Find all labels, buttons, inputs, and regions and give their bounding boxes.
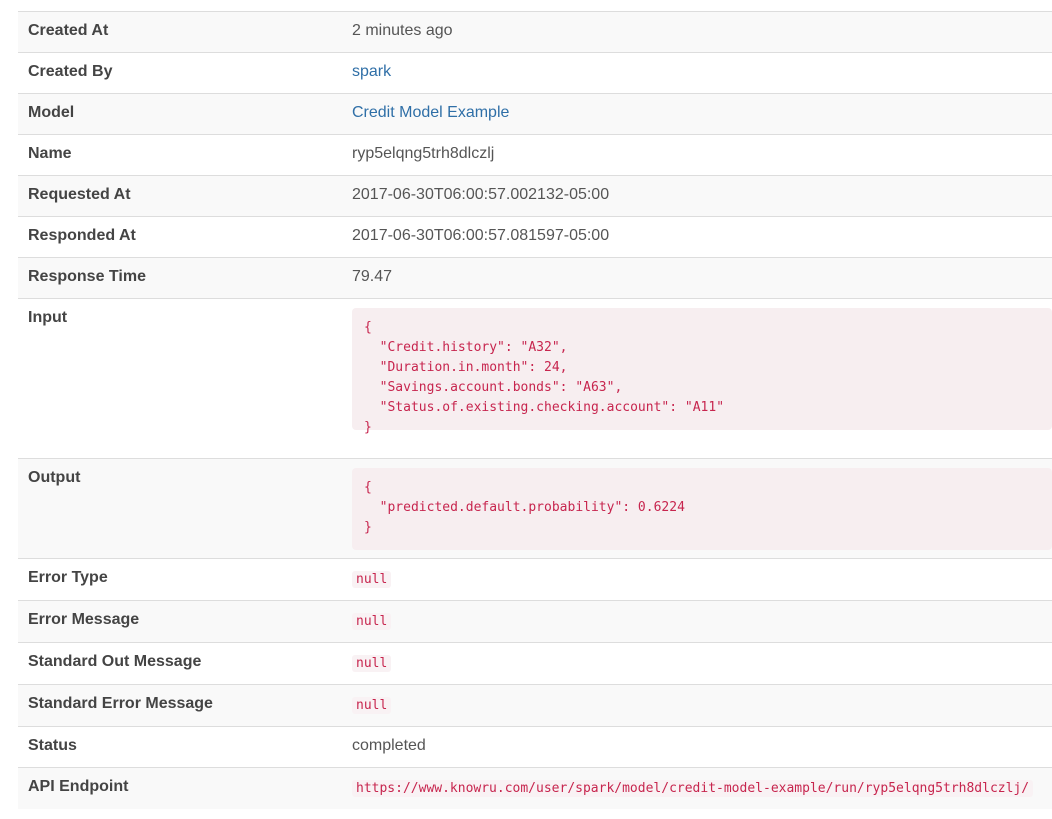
model-label: Model	[28, 104, 75, 121]
error-message-label: Error Message	[28, 611, 140, 628]
created-at-label: Created At	[28, 22, 109, 39]
output-json-block: { "predicted.default.probability": 0.622…	[352, 468, 1052, 550]
response-time-value: 79.47	[352, 268, 393, 285]
response-time-label: Response Time	[28, 268, 146, 285]
row-name: Name ryp5elqng5trh8dlczlj	[18, 135, 1052, 176]
row-error-message: Error Message null	[18, 601, 1052, 643]
model-link[interactable]: Credit Model Example	[352, 104, 509, 121]
row-created-at: Created At 2 minutes ago	[18, 12, 1052, 53]
requested-at-label: Requested At	[28, 186, 131, 203]
row-standard-error-message: Standard Error Message null	[18, 685, 1052, 727]
row-responded-at: Responded At 2017-06-30T06:00:57.081597-…	[18, 217, 1052, 258]
created-by-link[interactable]: spark	[352, 63, 391, 80]
row-requested-at: Requested At 2017-06-30T06:00:57.002132-…	[18, 176, 1052, 217]
row-response-time: Response Time 79.47	[18, 258, 1052, 299]
api-endpoint-label: API Endpoint	[28, 778, 129, 795]
responded-at-value: 2017-06-30T06:00:57.081597-05:00	[352, 227, 610, 244]
row-error-type: Error Type null	[18, 559, 1052, 601]
row-standard-out-message: Standard Out Message null	[18, 643, 1052, 685]
standard-out-message-value: null	[352, 655, 392, 672]
error-type-label: Error Type	[28, 569, 108, 586]
responded-at-label: Responded At	[28, 227, 136, 244]
input-json-block: { "Credit.history": "A32", "Duration.in.…	[352, 308, 1052, 435]
status-label: Status	[28, 737, 77, 754]
status-value: completed	[352, 737, 426, 754]
name-value: ryp5elqng5trh8dlczlj	[352, 145, 495, 162]
requested-at-value: 2017-06-30T06:00:57.002132-05:00	[352, 186, 610, 203]
row-status: Status completed	[18, 727, 1052, 768]
error-type-value: null	[352, 571, 392, 588]
name-label: Name	[28, 145, 72, 162]
run-details-table: Created At 2 minutes ago Created By spar…	[18, 11, 1052, 809]
input-label: Input	[28, 309, 68, 326]
api-endpoint-value[interactable]: https://www.knowru.com/user/spark/model/…	[352, 780, 1034, 797]
row-api-endpoint: API Endpoint https://www.knowru.com/user…	[18, 768, 1052, 809]
row-created-by: Created By spark	[18, 53, 1052, 94]
standard-out-message-label: Standard Out Message	[28, 653, 202, 670]
output-label: Output	[28, 469, 81, 486]
created-by-label: Created By	[28, 63, 113, 80]
created-at-value: 2 minutes ago	[352, 22, 453, 39]
row-output: Output { "predicted.default.probability"…	[18, 459, 1052, 559]
row-input: Input { "Credit.history": "A32", "Durati…	[18, 299, 1052, 459]
error-message-value: null	[352, 613, 392, 630]
standard-error-message-value: null	[352, 697, 392, 714]
row-model: Model Credit Model Example	[18, 94, 1052, 135]
standard-error-message-label: Standard Error Message	[28, 695, 213, 712]
